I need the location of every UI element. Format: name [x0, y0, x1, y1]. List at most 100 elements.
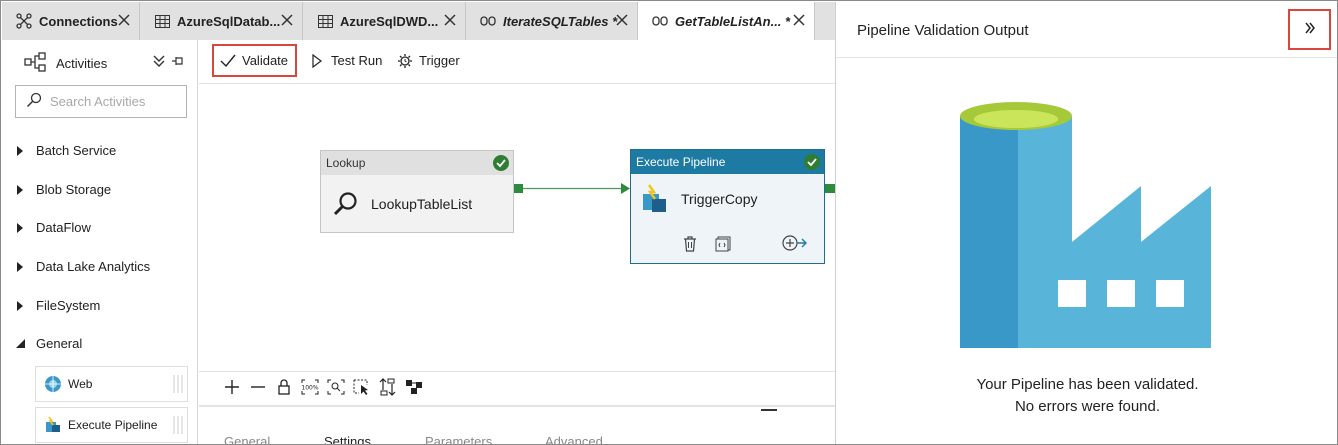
caret-right-icon	[15, 145, 25, 156]
panel-header: Pipeline Validation Output	[836, 2, 1337, 58]
tab-get-table-list[interactable]: GetTableListAn... *	[638, 2, 815, 40]
tab-label: AzureSqlDWD...	[340, 13, 439, 29]
pin-icon[interactable]	[171, 54, 185, 68]
close-icon[interactable]	[792, 13, 806, 27]
category-filesystem[interactable]: FileSystem	[15, 298, 100, 313]
tab-connections[interactable]: Connections	[2, 2, 140, 40]
drag-handle-icon[interactable]	[173, 416, 183, 434]
search-box[interactable]	[15, 85, 187, 118]
caret-right-icon	[15, 261, 25, 272]
trigger-gear-icon	[397, 53, 413, 69]
category-dataflow[interactable]: DataFlow	[15, 220, 91, 235]
delete-icon[interactable]	[683, 236, 697, 255]
add-output-icon[interactable]	[781, 234, 807, 255]
tab-settings[interactable]: Settings	[324, 434, 371, 444]
execute-pipeline-node[interactable]: Execute Pipeline TriggerCopy	[630, 149, 825, 264]
tab-parameters[interactable]: Parameters	[425, 434, 492, 444]
document-tab-bar: Connections AzureSqlDatab... AzureSqlDWD…	[2, 2, 835, 40]
activity-label: Execute Pipeline	[68, 418, 158, 432]
category-label: Blob Storage	[36, 182, 112, 197]
check-icon	[220, 53, 236, 69]
pipeline-toolbar: Validate Test Run Trigger	[199, 40, 835, 84]
validation-output-panel: Pipeline Validation Output Your Pipeline…	[835, 2, 1337, 444]
trigger-label: Trigger	[419, 53, 460, 68]
chevron-double-down-icon[interactable]	[152, 54, 166, 68]
category-label: Batch Service	[36, 143, 117, 158]
pipeline-canvas[interactable]: Lookup LookupTableList Execute Pipeline …	[199, 85, 835, 371]
zoom-out-icon[interactable]	[249, 378, 267, 396]
activities-panel: Activities Batch Service Blob Storage Da…	[2, 40, 198, 444]
test-run-button[interactable]: Test Run	[309, 44, 382, 77]
search-activities-input[interactable]	[50, 94, 180, 109]
tab-iterate-sql-tables[interactable]: IterateSQLTables *	[466, 2, 638, 40]
category-data-lake-analytics[interactable]: Data Lake Analytics	[15, 259, 150, 274]
close-icon[interactable]	[117, 13, 131, 27]
connections-icon	[16, 13, 32, 29]
panel-divider	[199, 405, 835, 407]
zoom-in-icon[interactable]	[223, 378, 241, 396]
app-window: Connections AzureSqlDatab... AzureSqlDWD…	[0, 0, 1338, 445]
category-label: General	[36, 336, 83, 351]
search-icon	[26, 92, 42, 111]
node-type-label: Lookup	[321, 151, 513, 175]
validate-label: Validate	[242, 53, 289, 68]
close-icon[interactable]	[615, 13, 629, 27]
properties-tabs: General Settings Parameters Advanced	[199, 427, 835, 444]
close-icon[interactable]	[280, 13, 294, 27]
tab-azuresql-dw[interactable]: AzureSqlDWD...	[303, 2, 466, 40]
validate-button[interactable]: Validate	[212, 44, 298, 77]
play-icon	[309, 53, 325, 69]
magnifier-icon	[333, 191, 359, 217]
category-label: Data Lake Analytics	[36, 259, 151, 274]
collapse-panel-button[interactable]	[1288, 9, 1331, 50]
category-blob-storage[interactable]: Blob Storage	[15, 182, 111, 197]
activities-icon	[24, 52, 46, 75]
tab-label: IterateSQLTables *	[503, 13, 618, 29]
zoom-to-fit-icon[interactable]	[327, 378, 345, 396]
table-icon	[154, 13, 170, 29]
svg-text:100%: 100%	[301, 385, 318, 392]
zoom-100-icon[interactable]: 100%	[301, 378, 319, 396]
tab-label: Connections	[39, 13, 118, 29]
trigger-button[interactable]: Trigger	[397, 44, 460, 77]
caret-right-icon	[15, 184, 25, 195]
validation-message: Your Pipeline has been validated. No err…	[836, 374, 1337, 418]
category-batch-service[interactable]: Batch Service	[15, 143, 116, 158]
caret-down-icon	[15, 339, 25, 349]
select-icon[interactable]	[353, 378, 371, 396]
caret-right-icon	[15, 222, 25, 233]
data-factory-illustration	[960, 102, 1211, 348]
layout-icon[interactable]	[405, 378, 423, 396]
category-general[interactable]: General	[15, 336, 82, 351]
resize-handle[interactable]	[761, 409, 777, 411]
code-icon[interactable]	[715, 236, 731, 255]
drag-handle-icon[interactable]	[173, 375, 183, 393]
close-icon[interactable]	[443, 13, 457, 27]
execute-pipeline-icon	[44, 416, 62, 434]
category-label: DataFlow	[36, 220, 91, 235]
panel-title: Pipeline Validation Output	[857, 22, 1029, 39]
chevron-double-right-icon	[1304, 22, 1316, 37]
tab-azuresql-database[interactable]: AzureSqlDatab...	[140, 2, 303, 40]
activity-execute-pipeline[interactable]: Execute Pipeline	[35, 407, 188, 443]
validation-message-line1: Your Pipeline has been validated.	[976, 376, 1199, 393]
node-type-label: Execute Pipeline	[631, 150, 824, 174]
lookup-activity-node[interactable]: Lookup LookupTableList	[320, 150, 514, 233]
tab-label: AzureSqlDatab...	[177, 13, 281, 29]
canvas-controls: 100%	[199, 371, 835, 402]
pipeline-icon	[480, 13, 496, 29]
node-name: TriggerCopy	[681, 191, 758, 207]
execute-pipeline-icon	[641, 184, 669, 214]
success-check-icon	[804, 154, 820, 170]
tab-general[interactable]: General	[224, 434, 270, 444]
auto-align-icon[interactable]	[379, 378, 397, 396]
tab-label: GetTableListAn... *	[675, 13, 791, 29]
globe-icon	[44, 375, 62, 393]
lock-icon[interactable]	[275, 378, 293, 396]
activity-web[interactable]: Web	[35, 366, 188, 402]
tab-advanced[interactable]: Advanced	[545, 434, 603, 444]
activities-header: Activities	[24, 52, 107, 75]
pipeline-icon	[652, 13, 668, 29]
activities-title: Activities	[56, 56, 108, 71]
success-check-icon	[493, 155, 509, 171]
